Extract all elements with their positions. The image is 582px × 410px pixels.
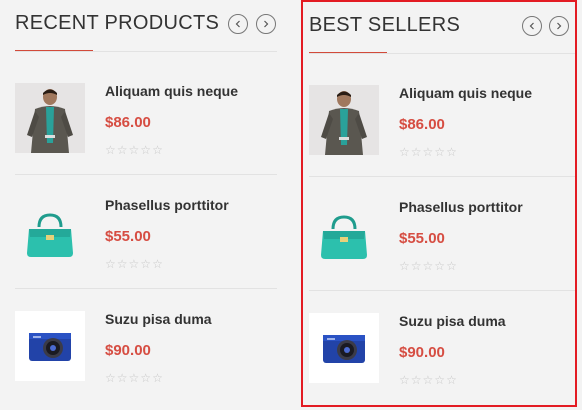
product-image-camera[interactable] [15, 311, 85, 381]
star-icon: ☆ [128, 371, 140, 385]
product-image-man-jacket[interactable] [309, 85, 379, 155]
star-icon: ☆ [399, 373, 410, 387]
product-name[interactable]: Suzu pisa duma [399, 313, 506, 329]
star-icon: ☆ [410, 145, 422, 159]
carousel-next-button[interactable] [256, 14, 276, 34]
chevron-right-icon [557, 22, 562, 30]
chevron-left-icon [529, 22, 534, 30]
product-name[interactable]: Phasellus porttitor [105, 197, 229, 213]
product-image-man-jacket[interactable] [15, 83, 85, 153]
star-icon: ☆ [140, 143, 152, 157]
item-divider [309, 290, 575, 291]
carousel-prev-button[interactable] [522, 16, 542, 36]
star-icon: ☆ [434, 145, 446, 159]
title-accent-underline [309, 52, 387, 53]
item-divider [309, 176, 575, 177]
title-divider [15, 51, 277, 52]
star-rating: ☆ ☆ ☆ ☆ ☆ [399, 374, 457, 386]
star-rating: ☆ ☆ ☆ ☆ ☆ [399, 260, 457, 272]
product-name[interactable]: Aliquam quis neque [399, 85, 532, 101]
star-rating: ☆ ☆ ☆ ☆ ☆ [105, 258, 163, 270]
star-icon: ☆ [116, 257, 128, 271]
teal-handbag-image [27, 213, 73, 257]
star-rating: ☆ ☆ ☆ ☆ ☆ [399, 146, 457, 158]
product-image-handbag[interactable] [15, 197, 85, 267]
product-name[interactable]: Aliquam quis neque [105, 83, 238, 99]
product-price: $90.00 [105, 342, 151, 359]
item-divider [15, 288, 277, 289]
panel-title: BEST SELLERS [309, 14, 461, 36]
star-icon: ☆ [105, 257, 116, 271]
product-image-camera[interactable] [309, 313, 379, 383]
star-icon: ☆ [152, 143, 163, 157]
star-icon: ☆ [446, 259, 457, 273]
chevron-right-icon [264, 20, 269, 28]
star-icon: ☆ [128, 143, 140, 157]
blue-camera-image [309, 313, 379, 383]
product-price: $86.00 [399, 116, 445, 133]
star-icon: ☆ [422, 373, 434, 387]
star-icon: ☆ [105, 371, 116, 385]
star-icon: ☆ [410, 259, 422, 273]
star-icon: ☆ [410, 373, 422, 387]
star-icon: ☆ [422, 145, 434, 159]
star-icon: ☆ [446, 145, 457, 159]
man-jacket-image [15, 83, 85, 153]
star-icon: ☆ [422, 259, 434, 273]
product-price: $90.00 [399, 344, 445, 361]
product-item: Aliquam quis neque $86.00 ☆ ☆ ☆ ☆ ☆ [15, 83, 277, 175]
title-accent-underline [15, 50, 93, 51]
star-icon: ☆ [399, 259, 410, 273]
title-divider [309, 53, 575, 54]
star-icon: ☆ [399, 145, 410, 159]
star-icon: ☆ [116, 371, 128, 385]
best-sellers-panel: BEST SELLERS Aliquam quis neque $86.00 ☆… [301, 0, 577, 407]
product-item: Phasellus porttitor $55.00 ☆ ☆ ☆ ☆ ☆ [309, 199, 575, 291]
star-icon: ☆ [140, 257, 152, 271]
star-rating: ☆ ☆ ☆ ☆ ☆ [105, 144, 163, 156]
product-price: $86.00 [105, 114, 151, 131]
blue-camera-image [15, 311, 85, 381]
teal-handbag-image [321, 215, 367, 259]
product-price: $55.00 [399, 230, 445, 247]
star-icon: ☆ [434, 259, 446, 273]
carousel-prev-button[interactable] [228, 14, 248, 34]
product-item: Suzu pisa duma $90.00 ☆ ☆ ☆ ☆ ☆ [15, 311, 277, 401]
star-icon: ☆ [434, 373, 446, 387]
star-icon: ☆ [116, 143, 128, 157]
carousel-next-button[interactable] [549, 16, 569, 36]
product-price: $55.00 [105, 228, 151, 245]
product-name[interactable]: Suzu pisa duma [105, 311, 212, 327]
star-icon: ☆ [152, 371, 163, 385]
recent-products-panel: RECENT PRODUCTS Aliquam quis neque $86.0… [0, 0, 277, 410]
chevron-left-icon [235, 20, 240, 28]
product-item: Phasellus porttitor $55.00 ☆ ☆ ☆ ☆ ☆ [15, 197, 277, 289]
star-icon: ☆ [446, 373, 457, 387]
star-icon: ☆ [152, 257, 163, 271]
star-icon: ☆ [105, 143, 116, 157]
product-item: Suzu pisa duma $90.00 ☆ ☆ ☆ ☆ ☆ [309, 313, 575, 403]
star-rating: ☆ ☆ ☆ ☆ ☆ [105, 372, 163, 384]
product-image-handbag[interactable] [309, 199, 379, 269]
man-jacket-image [309, 85, 379, 155]
star-icon: ☆ [140, 371, 152, 385]
product-item: Aliquam quis neque $86.00 ☆ ☆ ☆ ☆ ☆ [309, 85, 575, 177]
star-icon: ☆ [128, 257, 140, 271]
product-name[interactable]: Phasellus porttitor [399, 199, 523, 215]
panel-title: RECENT PRODUCTS [15, 12, 220, 34]
item-divider [15, 174, 277, 175]
